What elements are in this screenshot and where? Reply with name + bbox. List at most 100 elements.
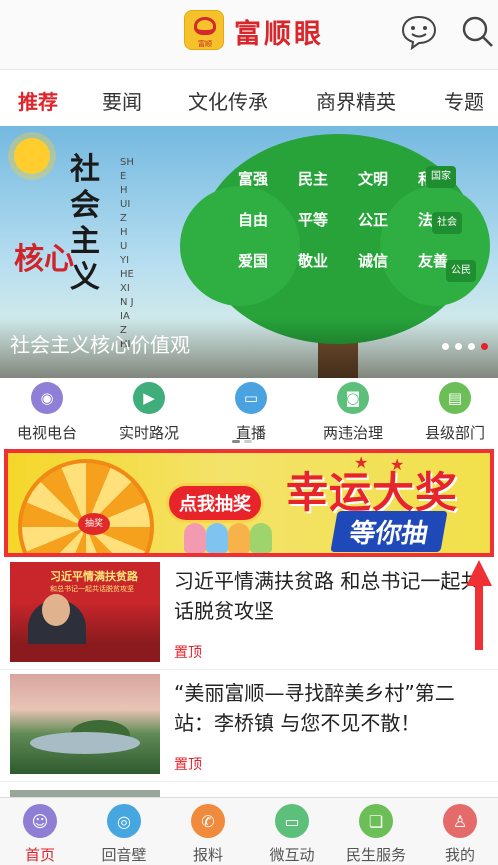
side-tag-citizen: 公民 <box>446 260 476 282</box>
podium <box>10 644 160 662</box>
lake-shape <box>30 732 140 754</box>
value-word: 公正 <box>357 211 388 229</box>
quick-tv-radio[interactable]: ◉ 电视电台 <box>2 382 92 443</box>
app-header: 富顺 富顺眼 <box>0 0 498 70</box>
quick-label: 实时路况 <box>118 424 179 442</box>
news-title: 习近平情满扶贫路 和总书记一起共话脱贫攻坚 <box>174 569 481 623</box>
news-item[interactable]: 习近平情满扶贫路 和总书记一起共话脱贫攻坚 习近平情满扶贫路 和总书记一起共话脱… <box>0 558 498 670</box>
lottery-ad-banner[interactable]: 抽奖 点我抽奖 ★ ★ 幸运大奖 等你抽 <box>4 449 494 557</box>
value-word: 爱国 <box>238 252 269 270</box>
carousel-dot[interactable] <box>455 343 462 350</box>
hero-banner[interactable]: 社会主义 SHE HUI ZHU YI HE XIN JIA ZHI 核心 富强… <box>0 126 498 378</box>
value-word: 平等 <box>297 211 328 229</box>
search-icon[interactable] <box>460 14 494 48</box>
nav-label: 首页 <box>24 846 55 864</box>
tab-culture[interactable]: 文化传承 <box>188 86 268 115</box>
value-word: 文明 <box>357 170 388 188</box>
news-thumbnail <box>10 674 160 774</box>
kid-figure <box>206 523 228 553</box>
home-icon: ☺ <box>23 804 57 838</box>
tv-icon: ▭ <box>235 382 267 414</box>
value-word: 富强 <box>238 170 269 188</box>
side-tag-national: 国家 <box>426 166 456 188</box>
nav-echo-wall[interactable]: ◎ 回音壁 <box>84 804 164 865</box>
nav-services[interactable]: ❏ 民生服务 <box>336 804 416 865</box>
speaker-face <box>42 594 70 626</box>
value-word: 诚信 <box>357 252 388 270</box>
nav-label: 我的 <box>444 846 475 864</box>
chat-icon[interactable] <box>400 14 438 50</box>
sun-icon <box>14 138 50 174</box>
tab-special[interactable]: 专题 <box>444 86 484 115</box>
tv-radio-icon: ◉ <box>31 382 63 414</box>
logo-small-text: 富顺 <box>198 40 212 48</box>
tab-recommend[interactable]: 推荐 <box>18 86 58 115</box>
quick-label: 县级部门 <box>424 424 485 442</box>
quick-violations[interactable]: ◙ 两违治理 <box>308 382 398 443</box>
carousel-dot[interactable] <box>468 343 475 350</box>
draw-button[interactable]: 点我抽奖 <box>166 483 264 523</box>
broadcast-icon: ◎ <box>107 804 141 838</box>
pinned-tag: 置顶 <box>174 757 202 773</box>
kids-illustration <box>184 519 274 553</box>
thumb-subcaption: 和总书记一起共话脱贫攻坚 <box>50 585 134 593</box>
news-item[interactable]: “美丽富顺—寻找醉美乡村”第二站：李桥镇 与您不见不散！ 置顶 <box>0 670 498 782</box>
pager-dot <box>244 440 252 443</box>
nav-label: 报料 <box>192 846 223 864</box>
user-icon: ♙ <box>443 804 477 838</box>
category-tabs: 推荐 要闻 文化传承 商界精英 专题 <box>0 72 498 126</box>
news-title: “美丽富顺—寻找醉美乡村”第二站：李桥镇 与您不见不散！ <box>174 681 455 735</box>
quick-departments[interactable]: ▤ 县级部门 <box>410 382 498 443</box>
nav-label: 微互动 <box>269 846 315 864</box>
app-logo: 富顺 <box>184 10 224 50</box>
bottom-nav: ☺ 首页 ◎ 回音壁 ✆ 报料 ▭ 微互动 ❏ 民生服务 ♙ 我的 <box>0 797 498 865</box>
nav-interact[interactable]: ▭ 微互动 <box>252 804 332 865</box>
phone-icon: ✆ <box>191 804 225 838</box>
value-word: 敬业 <box>297 252 328 270</box>
annotation-arrow-icon <box>466 560 492 650</box>
value-word: 自由 <box>238 211 269 229</box>
quick-label: 两违治理 <box>322 424 383 442</box>
values-row-national: 富强 民主 文明 和谐 <box>238 168 448 189</box>
side-tag-social: 社会 <box>432 212 462 234</box>
core-values-grid: 富强 民主 文明 和谐 自由 平等 公正 法治 爱国 敬业 诚信 友善 <box>238 168 448 291</box>
chat-bubble-icon: ❏ <box>359 804 393 838</box>
value-word: 友善 <box>417 252 448 270</box>
carousel-dot-active[interactable] <box>481 343 488 350</box>
banner-caption: 社会主义核心价值观 <box>10 333 190 357</box>
kid-figure <box>250 523 272 553</box>
banner-vertical-title: 社会主义 <box>70 152 100 295</box>
tab-headlines[interactable]: 要闻 <box>102 86 142 115</box>
play-icon: ▶ <box>133 382 165 414</box>
nav-mine[interactable]: ♙ 我的 <box>420 804 498 865</box>
kid-figure <box>228 523 250 553</box>
ad-subline: 等你抽 <box>330 511 448 552</box>
thumb-caption: 习近平情满扶贫路 <box>50 570 138 583</box>
tab-business-elite[interactable]: 商界精英 <box>316 86 396 115</box>
quick-label: 电视电台 <box>16 424 77 442</box>
nav-label: 回音壁 <box>101 846 147 864</box>
news-thumbnail: 习近平情满扶贫路 和总书记一起共话脱贫攻坚 <box>10 562 160 662</box>
app-title: 富顺眼 <box>234 19 324 50</box>
quick-nav: ◉ 电视电台 ▶ 实时路况 ▭ 直播 ◙ 两违治理 ▤ 县级部门 <box>0 378 498 448</box>
value-word: 民主 <box>297 170 328 188</box>
pager-dot-active <box>232 440 240 443</box>
quick-traffic[interactable]: ▶ 实时路况 <box>104 382 194 443</box>
nav-report[interactable]: ✆ 报料 <box>168 804 248 865</box>
building-icon: ▤ <box>439 382 471 414</box>
pinned-tag: 置顶 <box>174 645 202 661</box>
wheel-center: 抽奖 <box>78 513 110 535</box>
nav-label: 民生服务 <box>345 846 406 864</box>
quick-nav-pager <box>232 440 252 443</box>
banner-core-text: 核心 <box>14 242 74 277</box>
monitor-icon: ▭ <box>275 804 309 838</box>
nav-home[interactable]: ☺ 首页 <box>0 804 80 865</box>
values-row-social: 自由 平等 公正 法治 <box>238 209 448 230</box>
quick-live[interactable]: ▭ 直播 <box>206 382 296 443</box>
logo-mark-icon <box>194 17 216 35</box>
carousel-dots <box>442 343 488 350</box>
carousel-dot[interactable] <box>442 343 449 350</box>
kid-figure <box>184 523 206 553</box>
camera-icon: ◙ <box>337 382 369 414</box>
values-row-citizen: 爱国 敬业 诚信 友善 <box>238 250 448 271</box>
